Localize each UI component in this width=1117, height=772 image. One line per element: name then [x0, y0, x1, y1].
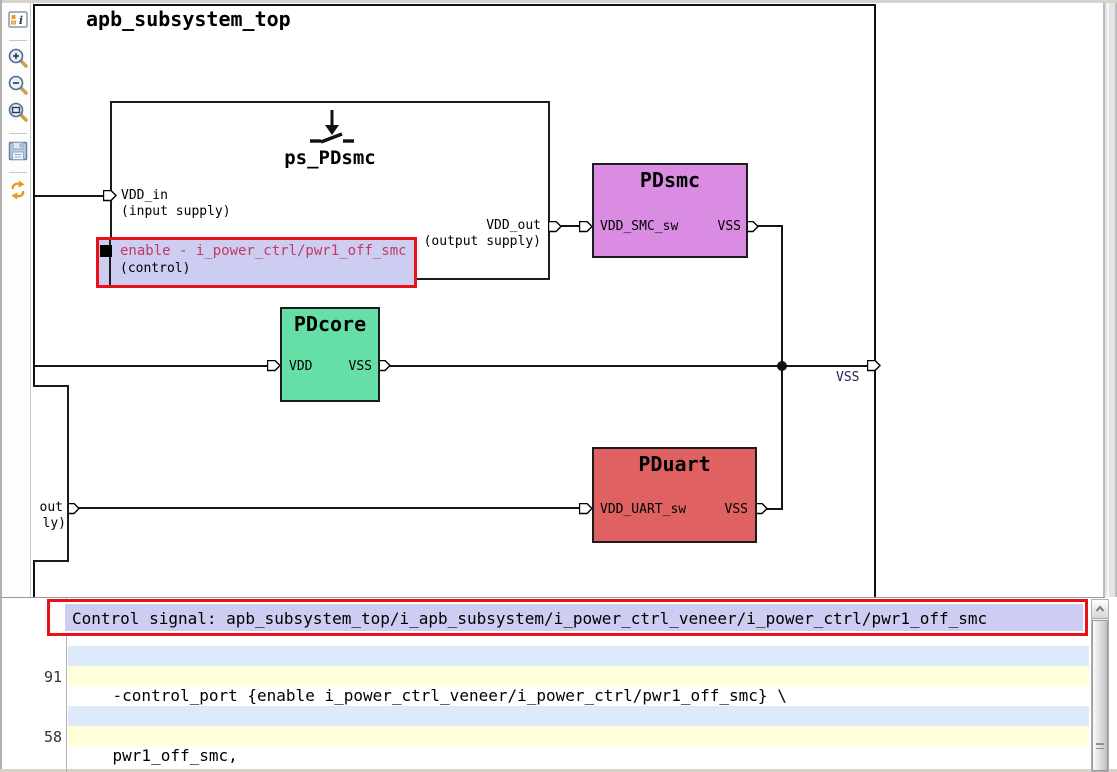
code-line-row: pwr1_off_smc, — [68, 726, 1089, 746]
control-signal-text: Control signal: apb_subsystem_top/i_apb_… — [65, 604, 1083, 633]
power-intent-viewer-window: i — [0, 0, 1117, 772]
scroll-up-button[interactable] — [1092, 600, 1108, 619]
scrollbar-thumb[interactable] — [1092, 620, 1108, 771]
code-text: -control_port {enable i_power_ctrl_venee… — [113, 686, 787, 705]
chevron-up-icon — [1092, 600, 1108, 619]
svg-text:i: i — [19, 14, 23, 27]
zoom-in-icon[interactable] — [7, 47, 29, 69]
thumb-grip — [1096, 748, 1104, 749]
reload-icon[interactable] — [7, 179, 29, 201]
file-comment-row: // File power_ctrl.v (Compile index: 331… — [68, 706, 1089, 726]
pdcore-left-port: VDD — [289, 359, 312, 374]
port-arrow-pdcore-in — [267, 360, 281, 372]
port-arrow-pduart-in — [579, 503, 593, 515]
save-icon[interactable] — [7, 140, 29, 162]
toolbar-separator — [9, 40, 27, 41]
wire-pdcore-vss-to-boundary — [379, 365, 869, 367]
panel-vertical-scrollbar[interactable] — [1091, 599, 1109, 772]
wire-vdd-in — [35, 195, 105, 197]
pduart-right-port: VSS — [696, 502, 748, 517]
pdcore-block[interactable]: PDcore — [280, 307, 380, 402]
port-arrow-module-vss — [867, 360, 881, 372]
wire-pdcore-vdd — [35, 365, 269, 367]
pdcore-right-port: VSS — [320, 359, 372, 374]
zoom-fit-icon[interactable] — [7, 101, 29, 123]
pduart-title: PDuart — [594, 452, 755, 476]
code-line-row: -control_port {enable i_power_ctrl_venee… — [68, 666, 1089, 686]
clipped-block-text-1: out — [33, 500, 63, 515]
clipped-left-block[interactable] — [33, 385, 69, 562]
port-arrow-vdd-out — [548, 221, 562, 233]
power-switch-title: ps_PDsmc — [112, 147, 548, 169]
line-number: 91 — [36, 667, 62, 687]
control-port-marker[interactable] — [100, 245, 112, 257]
code-text: pwr1_off_smc, — [113, 746, 238, 765]
module-boundary-right — [874, 4, 876, 597]
port-vdd-out-kind: (output supply) — [400, 234, 541, 249]
line-number: 58 — [36, 727, 62, 747]
pdsmc-right-port: VSS — [690, 219, 741, 234]
port-vdd-out-name: VDD_out — [400, 218, 541, 233]
wire-clipped-to-pduart — [77, 507, 581, 509]
pdsmc-title: PDsmc — [594, 168, 746, 192]
port-vdd-in-name: VDD_in — [121, 188, 168, 203]
left-toolbar: i — [2, 3, 31, 597]
wire-junction-dot — [777, 361, 787, 371]
port-arrow-vdd-in — [103, 190, 117, 202]
pduart-left-port: VDD_UART_sw — [600, 502, 686, 517]
port-arrow-pdsmc-in — [579, 221, 593, 233]
thumb-grip — [1096, 743, 1104, 745]
properties-icon[interactable]: i — [7, 9, 29, 31]
power-switch-icon — [304, 108, 360, 148]
zoom-out-icon[interactable] — [7, 74, 29, 96]
module-title: apb_subsystem_top — [86, 7, 291, 31]
panel-separator[interactable] — [2, 597, 1105, 598]
toolbar-separator — [9, 172, 27, 173]
toolbar-separator — [9, 133, 27, 134]
window-top-edge — [0, 0, 1117, 3]
pduart-block[interactable]: PDuart — [592, 447, 757, 543]
clipped-block-text-2: ly) — [33, 516, 66, 531]
canvas-vertical-scrollbar[interactable] — [1103, 3, 1117, 597]
control-signal-highlight[interactable]: Control signal: apb_subsystem_top/i_apb_… — [47, 599, 1088, 636]
file-comment-row: // File apb_subsystem.upf — [68, 646, 1089, 666]
port-enable-kind: (control) — [120, 261, 190, 276]
port-enable-name[interactable]: enable - i_power_ctrl/pwr1_off_smc — [120, 244, 407, 259]
vss-net-label: VSS — [836, 370, 859, 385]
pdsmc-block[interactable]: PDsmc — [592, 163, 748, 258]
module-boundary-top — [33, 4, 876, 6]
port-vdd-in-kind: (input supply) — [121, 204, 231, 219]
pdsmc-left-port: VDD_SMC_sw — [600, 219, 678, 234]
pdcore-title: PDcore — [282, 312, 378, 336]
